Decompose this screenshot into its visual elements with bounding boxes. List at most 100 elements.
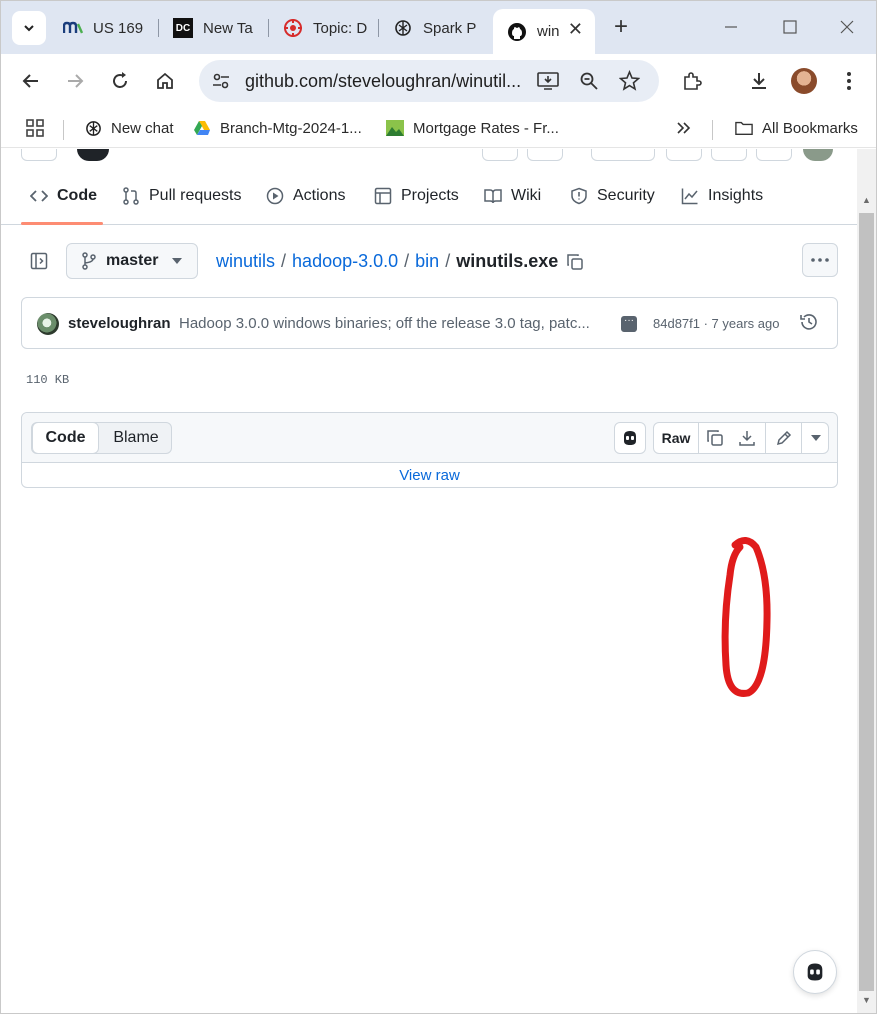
maximize-button[interactable] [778,15,802,39]
tab-label: Code [57,187,97,204]
downloads-button[interactable] [742,64,776,98]
latest-commit-box: steveloughran Hadoop 3.0.0 windows binar… [21,297,838,349]
raw-button[interactable]: Raw [654,423,699,453]
reload-button[interactable] [103,64,137,98]
tab-security[interactable]: Security [570,187,655,205]
pencil-icon [776,430,792,446]
back-button[interactable] [14,64,48,98]
pull-request-icon [123,187,139,205]
commit-author-link[interactable]: steveloughran [68,315,171,332]
github-logo-icon [77,149,109,161]
expand-message-button[interactable]: ··· [621,316,637,332]
file-header: Code Blame Raw [22,413,837,463]
dc-icon: DC [173,18,193,38]
tab-code[interactable]: Code [30,187,97,205]
history-icon[interactable] [799,312,819,332]
close-window-button[interactable] [835,15,859,39]
profile-avatar[interactable] [791,68,817,94]
extensions-button[interactable] [675,64,709,98]
star-icon[interactable] [619,70,640,91]
chevron-double-right-icon [677,122,691,134]
copilot-chat-button[interactable] [793,950,837,994]
tab-search-button[interactable] [12,11,46,45]
more-edit-options-button[interactable] [802,423,829,453]
tab-3[interactable]: Spark P [379,9,491,47]
download-icon [752,73,766,89]
repo-nav: Code Pull requests Actions Projects Wiki… [1,171,857,225]
commit-hash-time[interactable]: 84d87f1 · 7 years ago [653,316,779,331]
folder-icon [735,119,753,137]
author-avatar[interactable] [37,313,59,335]
close-icon [840,20,854,34]
mn-icon [63,18,83,38]
scroll-down-icon[interactable]: ▼ [862,995,871,1005]
browser-menu-button[interactable] [832,64,866,98]
tab-label: win [537,23,560,40]
breadcrumb-folder-link[interactable]: bin [415,251,439,272]
home-icon [157,72,173,89]
breadcrumb-folder-link[interactable]: hadoop-3.0.0 [292,251,398,272]
tab-label: Spark P [423,19,477,37]
breadcrumb-repo-link[interactable]: winutils [216,251,275,272]
copy-path-icon[interactable] [566,253,584,271]
site-settings-icon[interactable] [211,71,231,91]
copy-raw-button[interactable] [699,423,731,453]
tab-label: Wiki [511,187,542,204]
forward-button[interactable] [58,64,92,98]
minimize-button[interactable] [719,15,743,39]
scrolled-header-button [482,149,518,161]
tab-label: New Ta [203,19,253,37]
tab-0[interactable]: US 169 [49,9,159,47]
drive-icon [193,119,211,137]
scroll-up-icon[interactable]: ▲ [862,195,871,205]
home-button[interactable] [148,64,182,98]
arrow-right-icon [68,74,84,88]
apps-button[interactable] [25,117,45,139]
edit-file-button[interactable] [767,423,801,453]
branch-selector[interactable]: master [66,243,198,279]
toggle-file-tree-button[interactable] [21,244,57,278]
more-options-button[interactable] [802,243,838,277]
download-raw-button[interactable] [731,423,763,453]
tab-insights[interactable]: Insights [681,187,763,205]
page-scrollbar[interactable]: ▲ ▼ [857,149,876,1013]
tab-1[interactable]: DC New Ta [159,9,269,47]
tab-wiki[interactable]: Wiki [484,187,541,205]
tab-actions[interactable]: Actions [266,187,345,205]
target-icon [283,18,303,38]
more-bookmarks-button[interactable] [676,117,692,139]
caret-down-icon [172,258,183,264]
breadcrumb: winutils / hadoop-3.0.0 / bin / winutils… [216,251,584,272]
tab-4-active[interactable]: win ✕ [493,9,595,54]
tab-label: Pull requests [149,187,242,204]
close-tab-icon[interactable]: ✕ [568,19,583,40]
breadcrumb-separator: / [445,251,451,271]
bookmark-new-chat[interactable]: New chat [84,117,174,139]
view-raw-link[interactable]: View raw [22,467,837,484]
tab-label: Actions [293,187,346,204]
github-icon [507,22,527,42]
scrolled-header-button [711,149,747,161]
bookmark-branch-mtg[interactable]: Branch-Mtg-2024-1... [193,117,362,139]
bookmark-mortgage-rates[interactable]: Mortgage Rates - Fr... [386,117,559,139]
commit-message-link[interactable]: Hadoop 3.0.0 windows binaries; off the r… [179,315,607,332]
address-bar[interactable]: github.com/steveloughran/winutil... [199,60,659,102]
copilot-icon [624,431,636,445]
code-view-button[interactable]: Code [32,422,99,454]
blame-view-button[interactable]: Blame [100,423,172,453]
tab-2[interactable]: Topic: D [269,9,379,47]
tab-strip: US 169 DC New Ta Topic: D Spark P win ✕ … [1,1,876,54]
install-app-icon[interactable] [537,71,559,91]
tab-pull-requests[interactable]: Pull requests [122,187,242,205]
all-bookmarks-button[interactable]: All Bookmarks [735,117,858,139]
scrollbar-thumb[interactable] [859,213,874,991]
sidebar-expand-icon [30,252,48,270]
zoom-icon[interactable] [579,71,599,91]
bookmarks-bar: New chat Branch-Mtg-2024-1... Mortgage R… [1,108,876,148]
scrolled-header-button [527,149,563,161]
copilot-button[interactable] [614,422,646,454]
tab-projects[interactable]: Projects [374,187,459,205]
new-tab-button[interactable]: + [607,13,635,41]
user-avatar [803,149,833,161]
openai-icon [84,119,102,137]
